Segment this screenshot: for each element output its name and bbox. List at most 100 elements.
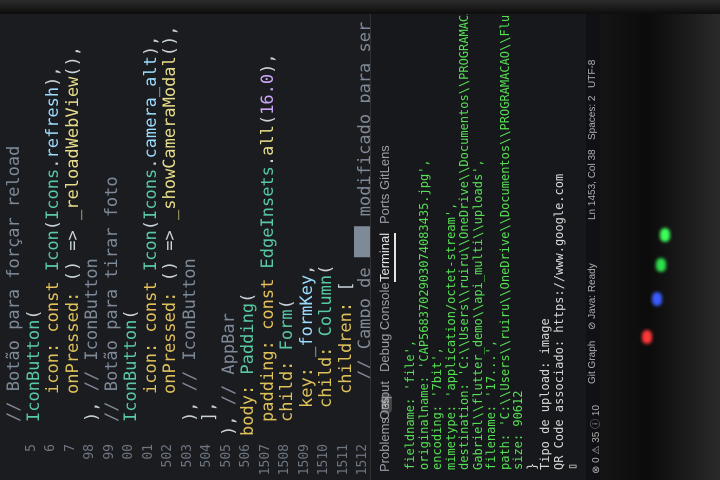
code-token: ( (43, 219, 63, 231)
tab-gitlens[interactable]: GitLens (377, 145, 392, 190)
code-token: _reloadWebView (62, 76, 83, 220)
tab-label: Ports (377, 193, 392, 224)
tab-terminal[interactable]: Terminal (377, 232, 396, 282)
code-line: child: Form( (277, 299, 297, 422)
code-token: ( (238, 292, 258, 303)
code-token: ( (277, 299, 297, 310)
code-token: ), (43, 66, 63, 87)
tab-label: Output (377, 380, 392, 420)
code-token: , (296, 264, 317, 275)
status-bar: ⊗ 0 ⚠ 35 ⓘ 10 Git Graph ⊘ Java: Ready Ln 14… (586, 0, 600, 480)
line-number: 506 (238, 444, 253, 468)
terminal-line: Gabriel\\flutter_demo\\api_multi\\upload… (470, 159, 485, 470)
code-token: ), (82, 391, 102, 422)
code-token: icon: (140, 332, 161, 394)
terminal-line: Tipo de upload: image (538, 318, 552, 470)
terminal-line: originalname: 'CAP5683702903074083435.jp… (416, 159, 431, 470)
code-line: // Botão para forçar reload (4, 146, 24, 422)
code-editor[interactable]: 5 6 7 98 99 00 01 502 503 504 505 506 1507 1508 1509 15… (0, 0, 370, 480)
tab-label: GitLens (377, 145, 392, 190)
code-token: Padding (238, 302, 258, 375)
code-line: ), // IconButton (82, 258, 102, 422)
status-item[interactable]: ⊘ Java: Ready (587, 263, 598, 330)
code-token: onPressed: (160, 281, 180, 394)
code-token: Column (316, 274, 336, 337)
blue-led-icon (652, 292, 662, 306)
code-token: children: (335, 291, 356, 394)
screen: 5 6 7 98 99 00 01 502 503 504 505 506 1507 1508 1509 15… (0, 0, 600, 480)
terminal-line: } (524, 462, 539, 470)
line-number: 00 (121, 444, 136, 460)
status-item[interactable]: UTF-8 (587, 60, 598, 88)
code-token: . (140, 158, 161, 169)
code-token: (), (160, 25, 180, 57)
tab-ports[interactable]: Ports (377, 194, 392, 224)
code-token: Icons (43, 168, 63, 220)
tab-label: Problems (377, 417, 392, 472)
code-line: icon: const Icon(Icons.refresh), (43, 66, 63, 394)
bottom-panel: Problems35 Output Debug Console Terminal Por… (370, 0, 600, 480)
code-line: ], (199, 402, 219, 422)
red-led-icon (642, 330, 652, 344)
green-led-icon (660, 228, 670, 242)
code-token: key: (296, 356, 317, 408)
monitor-bezel-top (0, 0, 720, 14)
terminal-line: ▯ (565, 462, 579, 470)
code-token: [ (335, 281, 356, 292)
code-line: onPressed: () => _showCameraModal(), (160, 26, 180, 395)
code-token: _showCameraModal (160, 56, 180, 220)
status-item[interactable]: ⊗ 0 ⚠ 35 ⓘ 10 (587, 405, 600, 474)
code-token: // Campo de ███ modificado para ser apen… (355, 0, 370, 380)
terminal-line: fieldname: 'file', (403, 339, 417, 470)
code-area[interactable]: // Botão para forçar reload IconButton(ic… (0, 0, 370, 436)
code-token: ], (199, 401, 219, 422)
code-line: IconButton( (121, 309, 141, 422)
code-token: child: (316, 336, 336, 408)
code-token: Form (277, 309, 297, 351)
code-token: ), (218, 405, 239, 436)
code-token: // Botão para tirar foto (101, 176, 122, 422)
line-number: 98 (82, 444, 97, 460)
code-token: // IconButton (179, 258, 200, 392)
line-number: 505 (218, 444, 234, 468)
line-number: 1512 (355, 444, 370, 476)
code-token: IconButton (23, 319, 44, 422)
line-number: 5 (23, 444, 39, 452)
code-token: 16.0 (257, 73, 278, 115)
terminal-line: destination: 'C:\\Users\\ruiru\\OneDrive… (457, 0, 471, 470)
status-item[interactable]: Ln 1453, Col 38 (587, 149, 598, 220)
code-line: ), // IconButton (180, 258, 200, 422)
code-token: const (257, 268, 278, 330)
line-number: 1511 (335, 444, 351, 476)
status-item[interactable]: Git Graph (587, 341, 598, 384)
tab-output[interactable]: Output (377, 381, 392, 420)
code-token: padding: (257, 329, 278, 422)
code-token: ), (257, 53, 278, 74)
line-number: 1509 (296, 444, 312, 476)
code-line: children: [ (336, 281, 356, 394)
code-line: ), // AppBar (219, 313, 239, 436)
line-number-gutter: 5 6 7 98 99 00 01 502 503 504 505 506 1507 1508 1509 15… (0, 442, 370, 480)
code-token: // Botão para forçar reload (4, 145, 24, 422)
code-line: onPressed: () => _reloadWebView(), (63, 46, 83, 394)
line-number: 503 (179, 444, 195, 468)
vscode-window: 5 6 7 98 99 00 01 502 503 504 505 506 1507 1508 1509 15… (0, 0, 600, 480)
code-line: key: _formKey, (297, 265, 317, 408)
tab-debug-console[interactable]: Debug Console (377, 282, 392, 372)
green-led-icon (656, 258, 666, 272)
code-token: const (43, 271, 63, 333)
terminal-line: QR Code associado: https://www.google.co… (551, 173, 566, 470)
code-token: all (257, 125, 278, 156)
code-line: icon: const Icon(Icons.camera_alt), (141, 36, 161, 394)
code-token: ( (257, 114, 278, 126)
code-token: . (43, 158, 63, 169)
code-token: child: (277, 350, 297, 422)
code-token: body: (238, 374, 258, 436)
terminal-line: size: 90612 (511, 390, 525, 470)
code-line: // Campo de ███ modificado para ser apen… (355, 0, 370, 380)
code-token: Icon (140, 230, 161, 272)
code-token: // IconButton (82, 258, 102, 392)
status-item[interactable]: Spaces: 2 (587, 96, 598, 140)
terminal-line: mimetype: 'application/octet-stream', (443, 202, 458, 470)
code-token: ( (316, 264, 336, 275)
